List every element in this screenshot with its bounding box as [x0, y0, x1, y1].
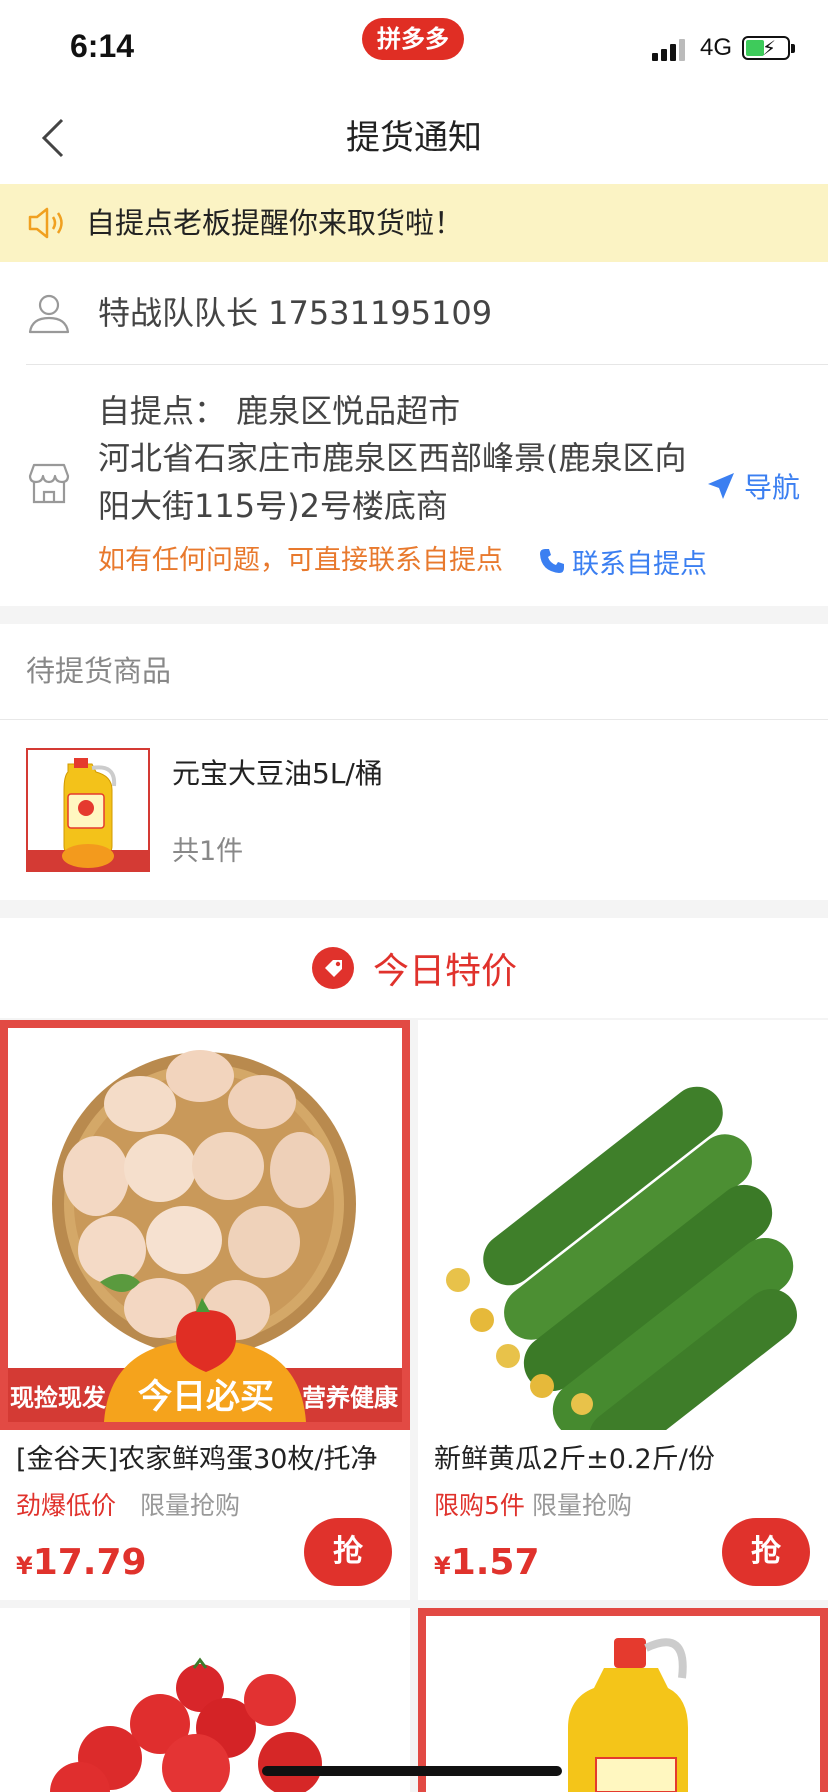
product-price: ¥17.79 [16, 1542, 147, 1583]
product-tag-secondary: 限量抢购 [532, 1491, 633, 1520]
app-badge: 拼多多 [362, 18, 464, 60]
today-special-title: 今日特价 [372, 951, 517, 992]
banner-center-text: 今日必买 [138, 1377, 274, 1417]
back-button[interactable] [32, 114, 80, 162]
contact-pickup-button[interactable]: 联系自提点 [538, 540, 707, 582]
contact-person: 特战队队长 17531195109 [98, 294, 493, 332]
nav-bar: 提货通知 [0, 92, 828, 184]
cucumber-image [418, 1020, 828, 1430]
price-tag-icon [311, 947, 354, 989]
product-name: [金谷天]农家鲜鸡蛋30枚/托净 [16, 1444, 378, 1475]
divider [0, 719, 828, 720]
product-card[interactable]: 新鲜黄瓜2斤±0.2斤/份 限购5件 限量抢购 ¥1.57 抢 [418, 1020, 828, 1600]
phone-icon [540, 549, 564, 573]
speaker-icon [28, 207, 63, 239]
product-card[interactable] [0, 1608, 410, 1792]
navigate-button[interactable]: 导航 [706, 464, 800, 508]
battery-icon: ⚡ [742, 36, 795, 60]
network-type: 4G [700, 34, 733, 61]
eggs-image: 现捡现发 今日必买 营养健康 [0, 1020, 410, 1430]
product-tag-secondary: 限量抢购 [140, 1491, 241, 1520]
tomatoes-image [0, 1608, 410, 1792]
goods-name: 元宝大豆油5L/桶 [172, 757, 383, 790]
page: 6:14 拼多多 4G ⚡ 提货通知 自提点老板提醒你来取货啦！ 特战队队长 1… [0, 0, 828, 1792]
pickup-info-card: 特战队队长 17531195109 自提点： 鹿泉区悦品超市 河北省石家庄市鹿泉… [0, 262, 828, 606]
pickup-point-name: 自提点： 鹿泉区悦品超市 [98, 392, 461, 430]
notice-text: 自提点老板提醒你来取货啦！ [86, 206, 464, 240]
pending-goods-section: 待提货商品 元宝大豆油5L/桶 共1件 [0, 624, 828, 900]
status-time: 6:14 [70, 28, 135, 64]
section-title: 待提货商品 [26, 654, 172, 688]
notice-banner: 自提点老板提醒你来取货啦！ [0, 184, 828, 262]
banner-right-text: 营养健康 [302, 1384, 399, 1412]
banner-left-text: 现捡现发 [10, 1384, 106, 1412]
product-tag-primary: 劲爆低价 [16, 1491, 117, 1520]
today-special-header: 今日特价 [0, 918, 828, 1018]
product-price: ¥1.57 [434, 1542, 540, 1583]
product-image: 现捡现发 今日必买 营养健康 [0, 1020, 410, 1430]
buy-button[interactable]: 抢 [304, 1518, 392, 1586]
oil-bottle-image [28, 750, 148, 870]
product-card[interactable]: 现捡现发 今日必买 营养健康 [金谷天]农家鲜鸡蛋30枚/托净 劲爆低价 限量抢… [0, 1020, 410, 1600]
divider [26, 364, 828, 365]
person-icon [28, 294, 70, 334]
product-card[interactable] [418, 1608, 828, 1792]
navigate-label: 导航 [744, 471, 801, 504]
pickup-address: 河北省石家庄市鹿泉区西部峰景(鹿泉区向阳大街115号)2号楼底商 [98, 439, 687, 525]
store-icon [28, 463, 70, 504]
contact-pickup-label: 联系自提点 [572, 548, 707, 580]
buy-button[interactable]: 抢 [722, 1518, 810, 1586]
chevron-left-icon [41, 118, 64, 158]
status-bar: 6:14 拼多多 4G ⚡ [0, 0, 828, 92]
navigation-arrow-icon [708, 473, 734, 499]
page-title: 提货通知 [346, 118, 482, 158]
product-image [418, 1020, 828, 1430]
goods-thumbnail[interactable] [26, 748, 150, 872]
product-tag-primary: 限购5件 [434, 1491, 525, 1520]
oil-bottle-image [418, 1608, 828, 1792]
signal-icon [652, 37, 692, 61]
product-name: 新鲜黄瓜2斤±0.2斤/份 [434, 1444, 715, 1475]
home-indicator[interactable] [262, 1766, 562, 1776]
help-text: 如有任何问题，可直接联系自提点 [98, 545, 503, 576]
goods-count: 共1件 [172, 836, 244, 867]
